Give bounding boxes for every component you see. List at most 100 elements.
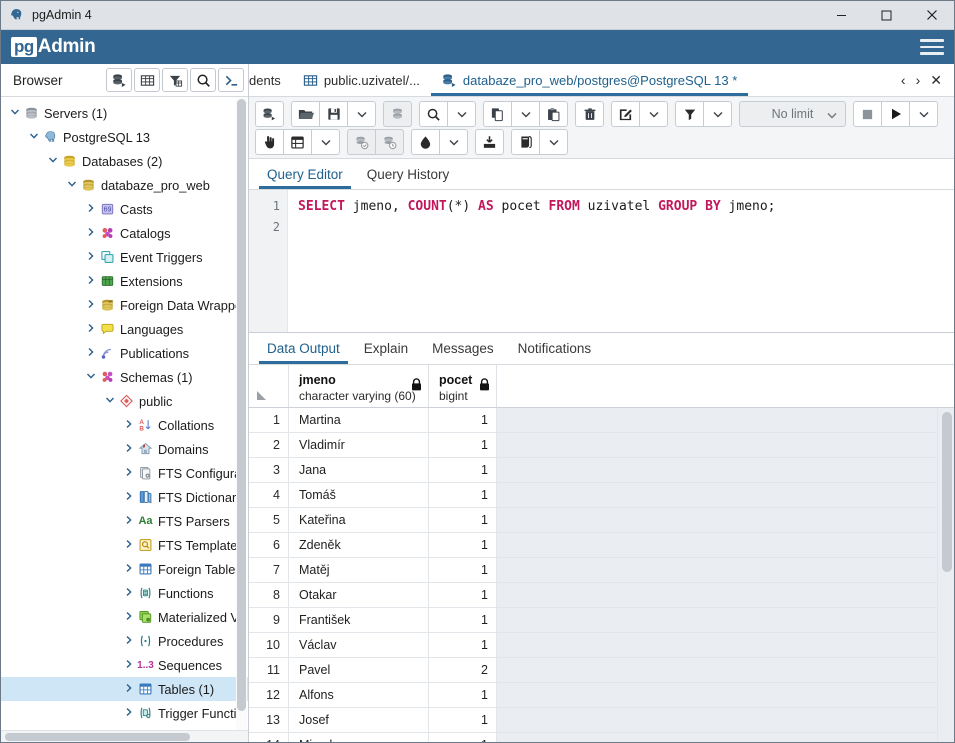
cell-jmeno[interactable]: Pavel: [289, 658, 429, 682]
tree-item-domains[interactable]: Domains: [1, 437, 248, 461]
tree-item-databaze-pro-web[interactable]: databaze_pro_web: [1, 173, 248, 197]
chevron-right-icon[interactable]: [83, 347, 98, 360]
tree-item-languages[interactable]: Languages: [1, 317, 248, 341]
row-number-cell[interactable]: 14: [249, 733, 289, 742]
sql-code-area[interactable]: SELECT jmeno, COUNT(*) AS pocet FROM uzi…: [288, 190, 954, 332]
cell-jmeno[interactable]: Václav: [289, 633, 429, 657]
grid-column-header-pocet[interactable]: pocet bigint: [429, 365, 497, 407]
table-row[interactable]: 6 Zdeněk 1: [249, 533, 954, 558]
tree-item-fts-configura[interactable]: FTS Configura: [1, 461, 248, 485]
chevron-right-icon[interactable]: [121, 587, 136, 600]
tree-item-publications[interactable]: Publications: [1, 341, 248, 365]
cell-jmeno[interactable]: Miroslav: [289, 733, 429, 742]
chevron-down-icon[interactable]: [45, 155, 60, 168]
cell-jmeno[interactable]: Zdeněk: [289, 533, 429, 557]
tree-item-sequences[interactable]: 1..3 Sequences: [1, 653, 248, 677]
table-row[interactable]: 14Miroslav1: [249, 733, 954, 742]
commit-icon[interactable]: [347, 129, 376, 155]
document-tab-public-uzivatel[interactable]: public.uzivatel/...: [292, 64, 431, 96]
grid-view-icon[interactable]: [134, 68, 160, 92]
cell-pocet[interactable]: 1: [429, 708, 497, 732]
chevron-right-icon[interactable]: [121, 539, 136, 552]
tree-item-fts-dictionari[interactable]: FTS Dictionari: [1, 485, 248, 509]
cell-jmeno[interactable]: Otakar: [289, 583, 429, 607]
explain-options-caret-icon[interactable]: [311, 129, 340, 155]
chevron-down-icon[interactable]: [7, 107, 22, 120]
tree-item-catalogs[interactable]: Catalogs: [1, 221, 248, 245]
tree-item-event-triggers[interactable]: Event Triggers: [1, 245, 248, 269]
table-row[interactable]: 7 Matěj 1: [249, 558, 954, 583]
grid-vertical-scrollbar[interactable]: [937, 408, 954, 742]
tree-item-procedures[interactable]: Procedures: [1, 629, 248, 653]
tree-item-databases-2[interactable]: Databases (2): [1, 149, 248, 173]
filter-options-caret-icon[interactable]: [703, 101, 732, 127]
tab-notifications[interactable]: Notifications: [506, 333, 604, 364]
row-number-cell[interactable]: 11: [249, 658, 289, 682]
cell-pocet[interactable]: 2: [429, 658, 497, 682]
table-row[interactable]: 5 Kateřina 1: [249, 508, 954, 533]
table-row[interactable]: 2 Vladimír 1: [249, 433, 954, 458]
tab-data-output[interactable]: Data Output: [255, 333, 352, 364]
chevron-right-icon[interactable]: [121, 707, 136, 720]
maximize-button[interactable]: [864, 1, 909, 30]
find-options-caret-icon[interactable]: [447, 101, 476, 127]
open-query-tool-icon[interactable]: [255, 101, 284, 127]
chevron-right-icon[interactable]: [121, 467, 136, 480]
tree-item-trigger-functi[interactable]: Trigger Functi: [1, 701, 248, 725]
chevron-down-icon[interactable]: [26, 131, 41, 144]
open-file-icon[interactable]: [291, 101, 320, 127]
chevron-right-icon[interactable]: [121, 419, 136, 432]
cell-pocet[interactable]: 1: [429, 683, 497, 707]
chevron-right-icon[interactable]: [121, 491, 136, 504]
sql-editor[interactable]: 1 2 SELECT jmeno, COUNT(*) AS pocet FROM…: [249, 190, 954, 333]
tree-item-casts[interactable]: 69 Casts: [1, 197, 248, 221]
tree-vertical-scrollbar[interactable]: [236, 97, 247, 730]
explain-cursor-icon[interactable]: [255, 129, 284, 155]
row-number-cell[interactable]: 2: [249, 433, 289, 457]
chevron-right-icon[interactable]: [121, 659, 136, 672]
tab-prev-button[interactable]: ‹: [901, 73, 906, 87]
clear-icon[interactable]: [411, 129, 440, 155]
hamburger-menu-icon[interactable]: [920, 37, 944, 57]
copy-options-caret-icon[interactable]: [511, 101, 540, 127]
execute-query-icon[interactable]: [881, 101, 910, 127]
terminal-icon[interactable]: [218, 68, 244, 92]
edit-options-caret-icon[interactable]: [639, 101, 668, 127]
chevron-right-icon[interactable]: [121, 563, 136, 576]
grid-column-header-jmeno[interactable]: jmeno character varying (60): [289, 365, 429, 407]
chevron-right-icon[interactable]: [83, 275, 98, 288]
save-file-icon[interactable]: [319, 101, 348, 127]
table-row[interactable]: 4 Tomáš 1: [249, 483, 954, 508]
find-icon[interactable]: [419, 101, 448, 127]
tree-item-foreign-tables[interactable]: Foreign Tables: [1, 557, 248, 581]
tree-item-foreign-data-wrappe[interactable]: Foreign Data Wrappe: [1, 293, 248, 317]
tab-explain[interactable]: Explain: [352, 333, 420, 364]
document-tab-students[interactable]: dents: [249, 64, 292, 96]
tree-item-functions[interactable]: Functions: [1, 581, 248, 605]
cell-pocet[interactable]: 1: [429, 633, 497, 657]
row-number-cell[interactable]: 5: [249, 508, 289, 532]
cell-pocet[interactable]: 1: [429, 608, 497, 632]
tab-query-history[interactable]: Query History: [355, 159, 462, 189]
tab-close-button[interactable]: ✕: [930, 73, 942, 87]
paste-icon[interactable]: [539, 101, 568, 127]
table-row[interactable]: 10 Václav 1: [249, 633, 954, 658]
stop-query-icon[interactable]: [853, 101, 882, 127]
row-number-cell[interactable]: 7: [249, 558, 289, 582]
tree-item-postgresql-13[interactable]: PostgreSQL 13: [1, 125, 248, 149]
cell-pocet[interactable]: 1: [429, 583, 497, 607]
tree-horizontal-scrollbar[interactable]: [1, 730, 248, 742]
macros-icon[interactable]: [511, 129, 540, 155]
row-number-cell[interactable]: 13: [249, 708, 289, 732]
table-row[interactable]: 11 Pavel 2: [249, 658, 954, 683]
row-number-cell[interactable]: 9: [249, 608, 289, 632]
table-row[interactable]: 1 Martina 1: [249, 408, 954, 433]
chevron-right-icon[interactable]: [121, 611, 136, 624]
tree-item-fts-template[interactable]: FTS Template: [1, 533, 248, 557]
cell-pocet[interactable]: 1: [429, 458, 497, 482]
cell-pocet[interactable]: 1: [429, 558, 497, 582]
grid-corner-cell[interactable]: [249, 365, 289, 407]
tree-item-schemas-1[interactable]: Schemas (1): [1, 365, 248, 389]
minimize-button[interactable]: [819, 1, 864, 30]
object-tree[interactable]: Servers (1) PostgreSQL 13 Databases (2) dat…: [1, 97, 248, 730]
